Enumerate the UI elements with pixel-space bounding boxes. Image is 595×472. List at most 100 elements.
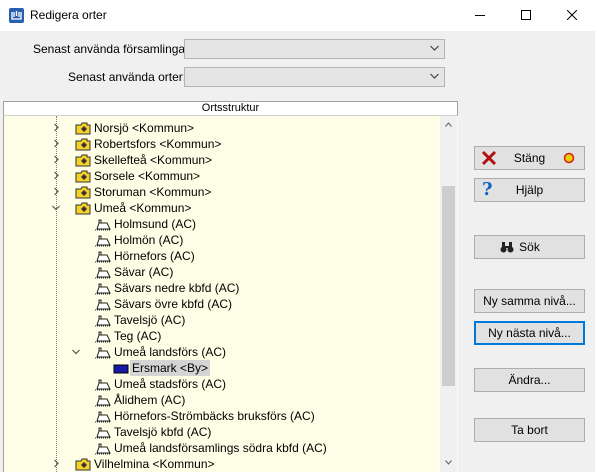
tree-item[interactable]: Teg (AC) [4,328,441,344]
recent-places-select[interactable] [184,67,445,87]
tree-header: Ortsstruktur [3,101,458,116]
scrollbar-thumb[interactable] [442,186,455,386]
app-icon [9,8,24,23]
church-icon [95,235,111,247]
tree-item[interactable]: Umeå stadsförs (AC) [4,376,441,392]
tree-item-label: Tavelsjö (AC) [114,313,186,327]
binoculars-icon [500,242,514,253]
recent-parishes-select[interactable] [184,39,445,59]
tree-item[interactable]: Tavelsjö (AC) [4,312,441,328]
close-icon [567,10,577,20]
scroll-up-icon[interactable] [445,122,452,127]
church-icon [95,331,111,343]
search-button[interactable]: Sök [474,235,585,259]
maximize-icon [521,10,531,20]
tree-item-label: Norsjö <Kommun> [94,121,195,135]
new-next-level-label: Ny nästa nivå... [488,326,571,340]
window-title: Redigera orter [30,8,107,22]
close-button-label: Stäng [513,151,546,165]
tree-item[interactable]: Sävars övre kbfd (AC) [4,296,441,312]
minimize-button[interactable] [457,0,503,31]
tree-item-label: Robertsfors <Kommun> [94,137,222,151]
recent-places-label: Senast använda orter: [68,70,187,84]
tree-item[interactable]: Tavelsjö kbfd (AC) [4,424,441,440]
help-button-label: Hjälp [515,183,544,197]
tree-item-label: Umeå landsförs (AC) [114,345,227,359]
sun-icon [563,152,575,164]
tree-item-label: Sorsele <Kommun> [94,169,201,183]
tree-item-label: Umeå <Kommun> [94,201,192,215]
church-icon [95,283,111,295]
help-button[interactable]: ? Hjälp [474,178,585,202]
tree-item-label: Hörnefors (AC) [114,249,195,263]
delete-button-label: Ta bort [511,423,548,437]
tree-item[interactable]: Umeå <Kommun> [4,200,441,216]
tree-item[interactable]: Hörnefors (AC) [4,248,441,264]
tree-item-label: Umeå landsförsamlings södra kbfd (AC) [114,441,327,455]
chevron-down-icon [430,45,439,51]
tree-item[interactable]: Holmsund (AC) [4,216,441,232]
edit-button-label: Ändra... [508,373,551,387]
search-button-label: Sök [519,240,540,254]
tree-item-label: Tavelsjö kbfd (AC) [114,425,212,439]
church-icon [95,379,111,391]
tree-item[interactable]: Norsjö <Kommun> [4,120,441,136]
folder-icon [75,154,91,167]
tree-item[interactable]: Umeå landsförs (AC) [4,344,441,360]
folder-icon [75,138,91,151]
village-icon [113,364,129,374]
recent-parishes-label: Senast använda församlingar: [33,42,193,56]
chevron-right-icon[interactable] [51,120,61,136]
chevron-right-icon[interactable] [51,168,61,184]
tree-item-label: Storuman <Kommun> [94,185,212,199]
church-icon [95,411,111,423]
tree-item-label: Skellefteå <Kommun> [94,153,213,167]
tree-item[interactable]: Skellefteå <Kommun> [4,152,441,168]
tree-item-label: Vilhelmina <Kommun> [94,457,215,471]
folder-icon [75,458,91,471]
edit-button[interactable]: Ändra... [474,368,585,392]
chevron-right-icon[interactable] [51,184,61,200]
chevron-right-icon[interactable] [51,456,61,472]
tree-item[interactable]: Robertsfors <Kommun> [4,136,441,152]
tree-item[interactable]: Ålidhem (AC) [4,392,441,408]
church-icon [95,347,111,359]
chevron-down-icon[interactable] [51,200,61,216]
help-icon: ? [482,179,493,200]
tree-item-label: Sävar (AC) [114,265,174,279]
chevron-right-icon[interactable] [51,136,61,152]
scroll-down-icon[interactable] [445,460,452,465]
place-tree[interactable]: Norsjö <Kommun> Robertsfors <Kommun> Skell… [3,116,458,472]
tree-item[interactable]: Sävar (AC) [4,264,441,280]
new-same-level-label: Ny samma nivå... [483,294,576,308]
chevron-right-icon[interactable] [51,152,61,168]
tree-item[interactable]: Storuman <Kommun> [4,184,441,200]
delete-button[interactable]: Ta bort [474,418,585,442]
tree-item-label: Sävars övre kbfd (AC) [114,297,233,311]
close-window-button[interactable] [549,0,595,31]
tree-item[interactable]: Holmön (AC) [4,232,441,248]
church-icon [95,427,111,439]
church-icon [95,267,111,279]
close-button[interactable]: Stäng [474,146,585,170]
tree-item[interactable]: Umeå landsförsamlings södra kbfd (AC) [4,440,441,456]
new-next-level-button[interactable]: Ny nästa nivå... [474,321,585,345]
tree-item[interactable]: Sorsele <Kommun> [4,168,441,184]
chevron-down-icon[interactable] [71,344,81,360]
folder-icon [75,170,91,183]
chevron-down-icon [430,73,439,79]
maximize-button[interactable] [503,0,549,31]
new-same-level-button[interactable]: Ny samma nivå... [474,289,585,313]
tree-item[interactable]: Sävars nedre kbfd (AC) [4,280,441,296]
folder-icon [75,186,91,199]
tree-item[interactable]: Ersmark <By> [4,360,441,376]
tree-item-label: Holmsund (AC) [114,217,197,231]
tree-item[interactable]: Hörnefors-Strömbäcks bruksförs (AC) [4,408,441,424]
tree-item-label: Sävars nedre kbfd (AC) [114,281,240,295]
tree-item-label: Ålidhem (AC) [114,393,186,407]
tree-item-label: Ersmark <By> [130,360,211,376]
tree-item[interactable]: Vilhelmina <Kommun> [4,456,441,472]
tree-scrollbar[interactable] [440,116,457,472]
church-icon [95,395,111,407]
tree-item-label: Umeå stadsförs (AC) [114,377,227,391]
